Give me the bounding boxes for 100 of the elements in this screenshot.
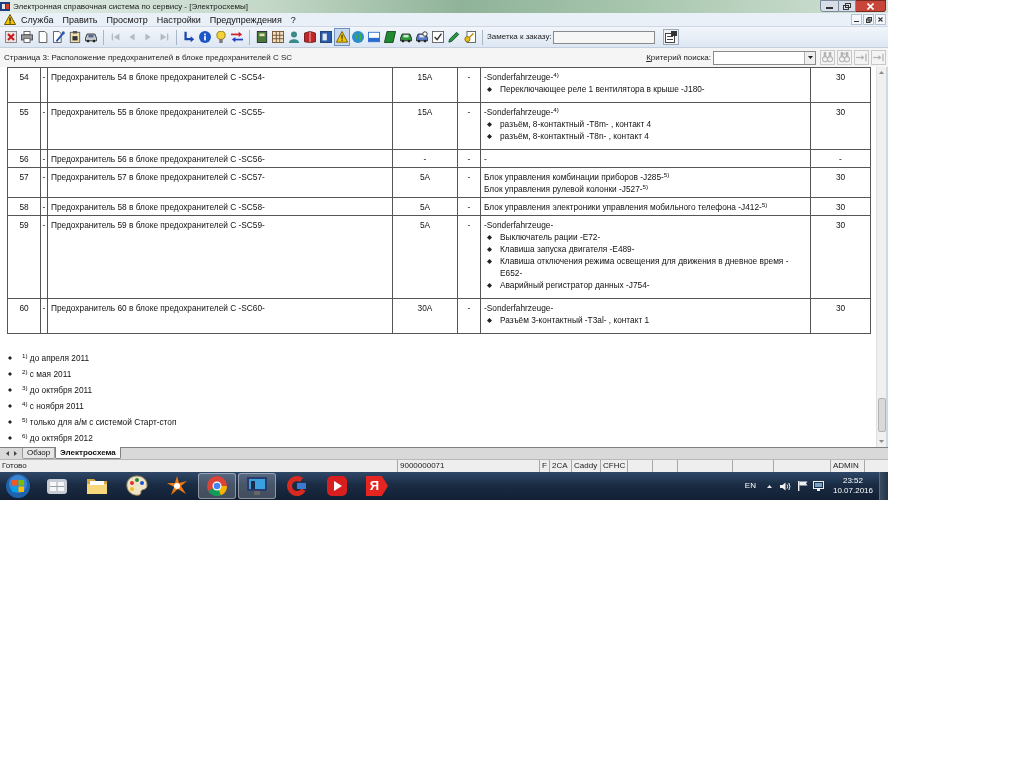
book-icon [384,31,396,43]
taskbar-button[interactable] [198,473,236,499]
close-icon [867,2,874,10]
field-label: Критерий поиска: [646,52,711,63]
toolbar-button[interactable] [67,28,83,46]
toolbar-button[interactable] [254,28,270,46]
table-cell: 58 [7,197,41,216]
tab[interactable]: Электросхема [55,447,121,459]
car-icon [85,31,97,43]
maximize-button[interactable] [839,0,856,12]
table-cell: 30 [810,167,871,198]
list-item-text: Клавиша отключения режима освещения для движения в дневное время -E652- [500,255,790,279]
field-label: Заметка к заказу: [487,32,552,42]
scroll-left-button[interactable] [3,448,11,459]
menu-item[interactable]: Править [58,13,102,26]
scrollbar[interactable] [876,67,886,447]
footnote-text: $^{5)}$ только для а/м с системой Старт-стоп [22,416,177,428]
menu-item[interactable]: ? [286,13,300,26]
grid-icon [272,31,284,43]
menu-item[interactable]: Предупреждения [205,13,286,26]
table-cell: - [457,215,481,299]
volume-button[interactable] [779,480,792,492]
menu-item[interactable]: Служба [17,13,58,26]
menu-item[interactable]: Настройки [152,13,205,26]
restore-icon [843,2,851,10]
scrollbar-thumb[interactable] [878,398,886,432]
table-cell: - [40,149,48,168]
left-arrow-icon [5,451,9,456]
toolbar-button[interactable] [430,28,446,46]
list-item-text: Переключающее реле 1 вентилятора в крыше -J180- [500,83,705,95]
letter-logo: Я [366,476,388,496]
warning-icon [336,31,348,43]
table-cell: 60 [7,298,41,334]
table-cell: - [457,67,481,103]
table-cell: 30 [810,215,871,299]
globe-icon [352,31,364,43]
table-cell: 55 [7,102,41,150]
checkbox-icon [432,31,444,43]
table-cell: Предохранитель 55 в блоке предохранителей C -SC55- [47,102,393,150]
cell-text: -Sonderfahrzeuge-$^{4)}$ [484,106,559,118]
minimize-button[interactable] [820,0,839,12]
minimize-icon [826,7,833,9]
speaker-icon [780,481,792,491]
toolbar-button[interactable] [197,28,213,46]
panel-icon [320,31,332,43]
language-button[interactable]: EN [742,481,758,491]
toolbar-button[interactable] [382,28,398,46]
menu-item[interactable]: Просмотр [102,13,152,26]
key-icon [464,31,476,43]
toolbar-button[interactable] [51,28,67,46]
toolbar-button[interactable] [302,28,318,46]
table-cell: 30A [392,298,458,334]
binoculars-icon [822,52,833,63]
restore-button[interactable] [863,14,874,25]
taskbar-button[interactable]: Я [358,473,396,499]
bullet-icon [487,318,492,323]
page-title: Страница 3: Расположение предохранителей в блоке предохранителей C SC [4,52,293,63]
car-search-icon [416,31,428,43]
lightbulb-icon [215,31,227,43]
toolbar-button[interactable] [270,28,286,46]
search-criteria-dropdown[interactable] [713,50,816,65]
bullet-icon [487,134,492,139]
table-cell: 30 [810,298,871,334]
toolbar-button[interactable] [19,28,35,46]
cell-text: - [484,153,487,165]
network-button[interactable] [812,480,825,492]
right-arrow-icon [13,451,17,456]
list-item-text: Клавиша запуска двигателя -E489- [500,243,635,255]
footnote-text: $^{2)}$ с мая 2011 [22,368,72,380]
printer-icon [21,31,33,43]
table-cell: - [457,298,481,334]
table-cell: - [40,67,48,103]
table-cell: - [457,197,481,216]
up-arrow-icon [767,484,773,488]
taskbar-button[interactable] [238,473,276,499]
close-button[interactable] [875,14,886,25]
footnote-text: $^{3)}$ до октября 2011 [22,384,93,396]
footnote-text: $^{4)}$ с ноября 2011 [22,400,84,412]
table-cell: Предохранитель 60 в блоке предохранителей C -SC60- [47,298,393,334]
action-center-button[interactable] [796,480,809,492]
table-cell: 5A [392,197,458,216]
note-button[interactable] [662,29,679,45]
footnote-text: $^{1)}$ до апреля 2011 [22,352,90,364]
bullet-icon [8,420,12,424]
list-item-text: Выключатель рации -E72- [500,231,601,243]
minimize-button[interactable] [851,14,862,25]
note-field[interactable] [552,30,655,44]
minimize-icon [854,21,859,22]
info-icon [199,31,211,43]
table-cell: 30 [810,102,871,150]
table-cell: Предохранитель 57 в блоке предохранителей C -SC57- [47,167,393,198]
table-cell: 57 [7,167,41,198]
toolbar-button[interactable] [318,28,334,46]
scroll-right-button[interactable] [11,448,19,459]
first-page-icon [110,31,122,43]
cell-text: -Sonderfahrzeuge- [484,302,554,314]
clock-time: 23:52 [842,476,863,486]
document-tool-icon [53,31,65,43]
close-button[interactable] [856,0,886,12]
table-cell: - [40,298,48,334]
